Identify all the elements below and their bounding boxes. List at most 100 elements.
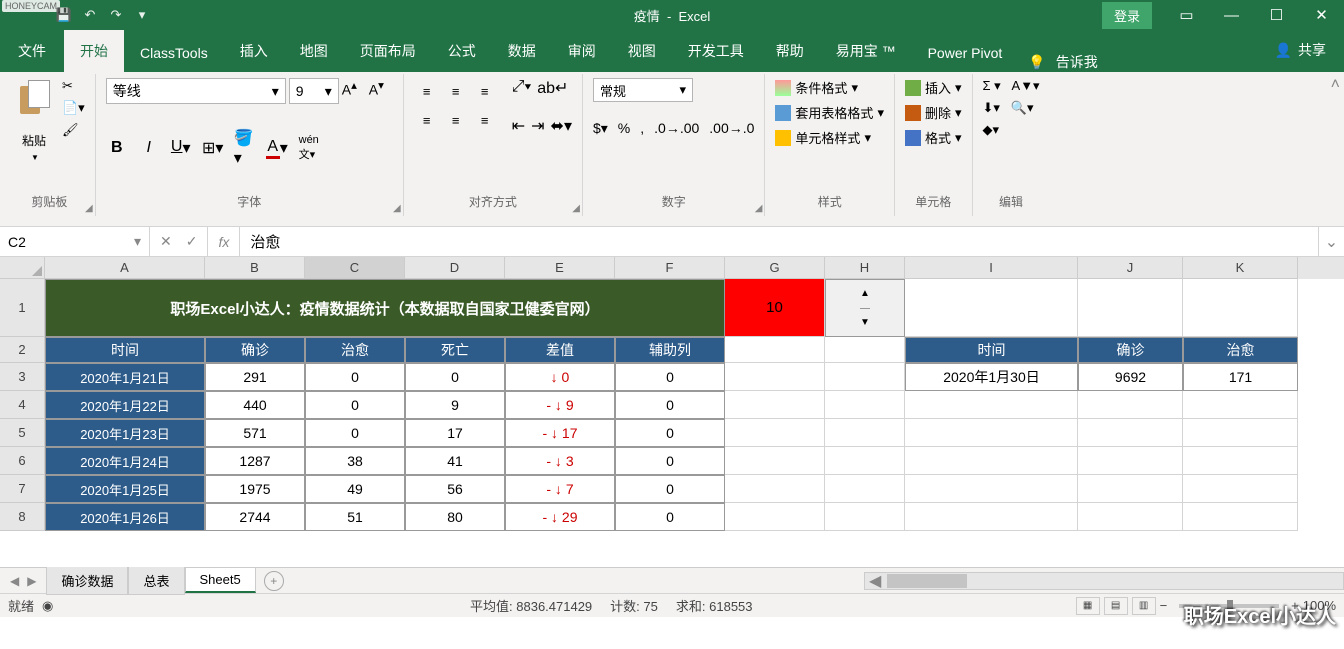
data-cell[interactable]: 9 [405, 391, 505, 419]
alignment-launcher[interactable]: ◢ [572, 203, 580, 214]
increase-font-icon[interactable]: A▴ [342, 78, 366, 104]
row-header[interactable]: 6 [0, 447, 45, 475]
data-cell[interactable]: 1975 [205, 475, 305, 503]
row-header[interactable]: 3 [0, 363, 45, 391]
data-cell[interactable]: 2020年1月23日 [45, 419, 205, 447]
col-header[interactable]: G [725, 257, 825, 279]
font-name-select[interactable]: 等线▾ [106, 78, 286, 104]
share-button[interactable]: 👤 共享 [1275, 40, 1326, 60]
data-cell[interactable]: 0 [305, 363, 405, 391]
number-format-select[interactable]: 常规▾ [593, 78, 693, 102]
data-cell[interactable]: 0 [305, 391, 405, 419]
spinner-value-cell[interactable]: 10 [725, 279, 825, 337]
tab-pagelayout[interactable]: 页面布局 [344, 30, 432, 72]
row-header[interactable]: 1 [0, 279, 45, 337]
data-cell[interactable]: 0 [615, 391, 725, 419]
data-cell[interactable]: 38 [305, 447, 405, 475]
data-cell[interactable]: - ↓ 17 [505, 419, 615, 447]
login-button[interactable]: 登录 [1102, 2, 1152, 29]
sheet-tab[interactable]: 总表 [128, 567, 184, 595]
data-cell[interactable]: 41 [405, 447, 505, 475]
data-cell[interactable]: 2020年1月24日 [45, 447, 205, 475]
conditional-format-button[interactable]: 条件格式▾ [775, 78, 884, 97]
align-top-icon[interactable]: ≡ [414, 78, 440, 104]
comma-format-icon[interactable]: , [640, 120, 644, 137]
data-cell[interactable]: 2020年1月26日 [45, 503, 205, 531]
data-cell[interactable]: 171 [1183, 363, 1298, 391]
font-color-button[interactable]: A▾ [266, 138, 288, 159]
tab-view[interactable]: 视图 [612, 30, 672, 72]
row-header[interactable]: 4 [0, 391, 45, 419]
data-cell[interactable]: 49 [305, 475, 405, 503]
new-sheet-button[interactable]: + [264, 571, 284, 591]
cancel-formula-icon[interactable]: ✕ [160, 233, 172, 250]
increase-decimal-icon[interactable]: .0→.00 [654, 120, 699, 137]
spinner-control[interactable]: ▲ ▼ [825, 279, 905, 337]
delete-cells-button[interactable]: 删除▾ [905, 103, 962, 122]
data-cell[interactable]: 2020年1月25日 [45, 475, 205, 503]
font-launcher[interactable]: ◢ [393, 203, 401, 214]
cut-icon[interactable]: ✂ [62, 78, 85, 94]
percent-format-icon[interactable]: % [618, 120, 630, 137]
col-header[interactable]: H [825, 257, 905, 279]
tab-powerpivot[interactable]: Power Pivot [912, 34, 1019, 72]
maximize-icon[interactable]: ☐ [1254, 0, 1299, 30]
select-all-cell[interactable] [0, 257, 45, 279]
data-cell[interactable]: 9692 [1078, 363, 1183, 391]
page-break-view-icon[interactable]: ▥ [1132, 597, 1156, 615]
row-header[interactable]: 8 [0, 503, 45, 531]
tellme-input[interactable]: 告诉我 [1056, 52, 1098, 72]
data-cell[interactable]: 571 [205, 419, 305, 447]
row-header[interactable]: 5 [0, 419, 45, 447]
tab-formulas[interactable]: 公式 [432, 30, 492, 72]
row-header[interactable]: 7 [0, 475, 45, 503]
wrap-text-icon[interactable]: ab↵ [537, 78, 568, 98]
data-cell[interactable]: 51 [305, 503, 405, 531]
orientation-icon[interactable]: ⤢▾ [512, 78, 532, 98]
data-cell[interactable]: 2744 [205, 503, 305, 531]
tab-developer[interactable]: 开发工具 [672, 30, 760, 72]
tab-insert[interactable]: 插入 [224, 30, 284, 72]
number-launcher[interactable]: ◢ [755, 203, 763, 214]
data-cell[interactable]: 80 [405, 503, 505, 531]
sheet-nav-prev-icon[interactable]: ◀ [10, 574, 19, 588]
data-cell[interactable]: - ↓ 9 [505, 391, 615, 419]
data-cell[interactable]: 2020年1月30日 [905, 363, 1078, 391]
tab-review[interactable]: 审阅 [552, 30, 612, 72]
align-left-icon[interactable]: ≡ [414, 107, 440, 133]
tab-eyb[interactable]: 易用宝 ™ [820, 30, 912, 72]
decrease-indent-icon[interactable]: ⇤ [512, 116, 525, 136]
italic-button[interactable]: I [138, 139, 160, 157]
paste-button[interactable]: 粘贴 ▼ [14, 78, 54, 193]
format-painter-icon[interactable]: 🖌 [62, 122, 85, 138]
col-header[interactable]: E [505, 257, 615, 279]
data-cell[interactable]: - ↓ 29 [505, 503, 615, 531]
autosum-button[interactable]: Σ ▾ A▼▾ [983, 78, 1040, 94]
format-as-table-button[interactable]: 套用表格格式▾ [775, 103, 884, 122]
col-header[interactable]: J [1078, 257, 1183, 279]
fill-button[interactable]: ⬇▾ 🔍▾ [983, 100, 1040, 116]
worksheet-grid[interactable]: A B C D E F G H I J K 1 职场Excel小达人：疫情数据统… [0, 257, 1344, 567]
underline-button[interactable]: U▾ [170, 138, 192, 158]
tab-home[interactable]: 开始 [64, 30, 124, 72]
increase-indent-icon[interactable]: ⇥ [531, 116, 544, 136]
undo-icon[interactable]: ↶ [81, 6, 99, 24]
spinner-up-icon[interactable]: ▲ [860, 280, 870, 309]
ribbon-options-icon[interactable]: ▭ [1164, 0, 1209, 30]
decrease-decimal-icon[interactable]: .00→.0 [709, 120, 754, 137]
col-header[interactable]: C [305, 257, 405, 279]
data-cell[interactable]: 17 [405, 419, 505, 447]
fx-icon[interactable]: fx [208, 227, 240, 256]
normal-view-icon[interactable]: ▦ [1076, 597, 1100, 615]
font-size-select[interactable]: 9▾ [289, 78, 339, 104]
data-cell[interactable]: 56 [405, 475, 505, 503]
data-cell[interactable]: - ↓ 3 [505, 447, 615, 475]
bold-button[interactable]: B [106, 139, 128, 157]
cell-styles-button[interactable]: 单元格样式▾ [775, 128, 884, 147]
close-icon[interactable]: ✕ [1299, 0, 1344, 30]
accounting-format-icon[interactable]: $▾ [593, 120, 608, 137]
minimize-icon[interactable]: — [1209, 0, 1254, 30]
data-cell[interactable]: 0 [615, 363, 725, 391]
data-cell[interactable]: ↓ 0 [505, 363, 615, 391]
banner-cell[interactable]: 职场Excel小达人：疫情数据统计（本数据取自国家卫健委官网） [45, 279, 725, 337]
